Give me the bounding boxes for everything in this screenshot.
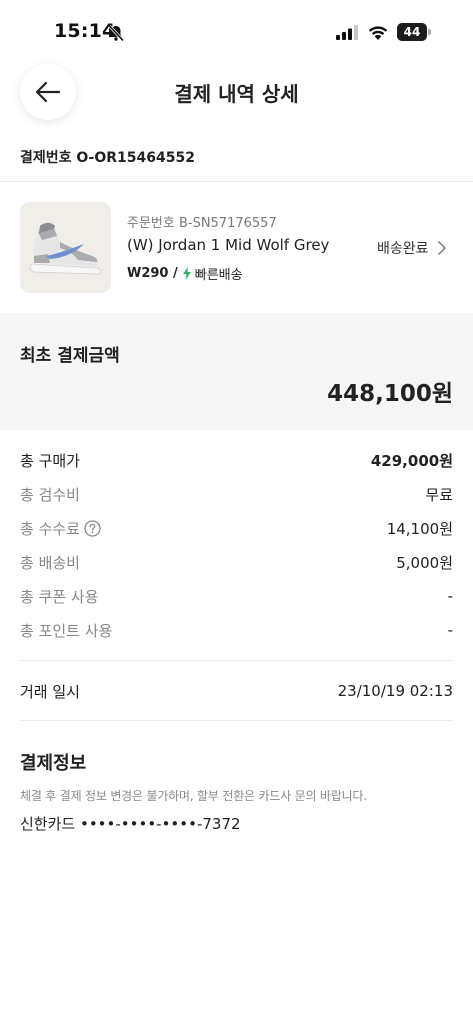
row-points: 총 포인트 사용 - [20,618,453,642]
order-item[interactable]: 주문번호 B-SN57176557 (W) Jordan 1 Mid Wolf … [0,182,473,312]
battery-level: 44 [403,25,421,39]
row-total-purchase: 총 구매가 429,000원 [20,448,453,472]
row-coupon: 총 쿠폰 사용 - [20,584,453,608]
order-number: 주문번호 B-SN57176557 [127,216,277,231]
row-value: - [447,587,453,605]
row-inspection-fee: 총 검수비 무료 [20,482,453,506]
row-value: 14,100원 [386,519,453,538]
initial-payment-amount: 448,100원 [327,381,453,407]
divider [20,660,453,661]
card-number: 신한카드 ••••-••••-••••-7372 [20,815,241,833]
divider [20,720,453,721]
row-value: 23/10/19 02:13 [337,682,453,700]
row-label: 거래 일시 [20,682,80,701]
chevron-right-icon [437,241,446,255]
row-value: 5,000원 [396,553,453,572]
row-label-with-help: 총 수수료 [20,518,101,539]
battery-indicator: 44 [397,23,431,41]
product-thumbnail [20,202,111,293]
wifi-icon [368,26,388,40]
size-and-shipping: W290 / 빠른배송 [127,264,243,283]
row-shipping-fee: 총 배송비 5,000원 [20,550,453,574]
row-value: 429,000원 [370,451,453,470]
row-transaction-date: 거래 일시 23/10/19 02:13 [20,679,453,703]
row-label: 총 배송비 [20,553,80,572]
row-label: 총 포인트 사용 [20,621,113,640]
row-label: 총 수수료 [20,519,80,538]
delivery-status-link[interactable]: 배송완료 [377,238,447,258]
initial-payment-section: 최초 결제금액 448,100원 [0,313,473,430]
initial-payment-label: 최초 결제금액 [20,346,120,366]
row-value: 무료 [425,485,453,504]
help-icon[interactable] [84,519,101,537]
product-name: (W) Jordan 1 Mid Wolf Grey [127,236,330,254]
bell-muted-icon [108,24,125,42]
payment-info-notice: 체결 후 결제 정보 변경은 불가하며, 할부 전환은 카드사 문의 바랍니다. [20,789,367,803]
battery-nub [428,29,431,35]
row-label: 총 쿠폰 사용 [20,587,99,606]
row-value: - [447,621,453,639]
lightning-icon [182,267,191,280]
page-title: 결제 내역 상세 [174,82,299,106]
row-label: 총 검수비 [20,485,80,504]
payment-number: 결제번호 O-OR15464552 [20,150,195,166]
row-label: 총 구매가 [20,451,80,470]
delivery-status: 배송완료 [377,241,429,257]
product-size: W290 / [127,266,178,281]
row-commission: 총 수수료 14,100원 [20,516,453,540]
cellular-signal-icon [336,25,358,40]
header: 결제 내역 상세 [0,60,473,126]
sneaker-image [20,202,111,293]
payment-info-title: 결제정보 [20,753,87,774]
status-bar: 15:14 44 [0,0,473,58]
shipping-type: 빠른배송 [194,268,243,283]
